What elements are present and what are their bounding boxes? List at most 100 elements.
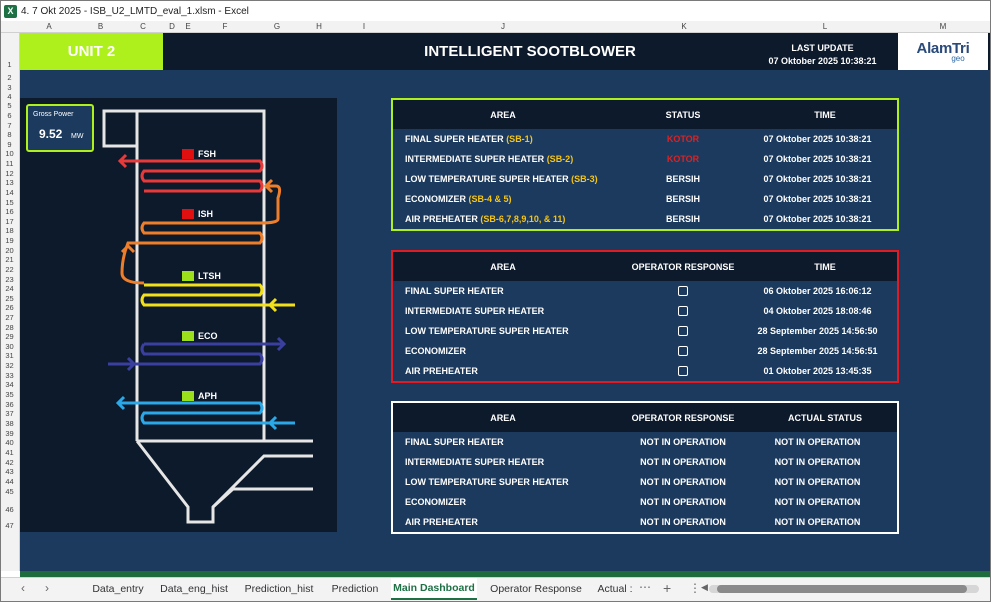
row-header[interactable]: 13 bbox=[1, 178, 18, 187]
column-header[interactable]: B bbox=[78, 22, 123, 31]
column-header-operator-response: OPERATOR RESPONSE bbox=[631, 261, 735, 272]
row-header[interactable]: 36 bbox=[1, 400, 18, 409]
column-header[interactable]: G bbox=[255, 22, 299, 31]
time-cell: 07 Oktober 2025 10:38:21 bbox=[763, 174, 872, 184]
row-header[interactable]: 8 bbox=[1, 130, 18, 139]
add-sheet-icon[interactable]: + bbox=[663, 580, 671, 596]
row-header[interactable]: 45 bbox=[1, 487, 18, 496]
row-header[interactable]: 17 bbox=[1, 217, 18, 226]
row-header[interactable]: 1 bbox=[1, 60, 18, 69]
row-header[interactable]: 32 bbox=[1, 361, 18, 370]
operator-response-checkbox[interactable] bbox=[678, 306, 688, 317]
row-header[interactable]: 44 bbox=[1, 477, 18, 486]
row-header[interactable]: 15 bbox=[1, 198, 18, 207]
sheet-tab[interactable]: Data_eng_hist bbox=[155, 578, 233, 600]
column-header[interactable]: L bbox=[751, 22, 899, 31]
row-header[interactable]: 28 bbox=[1, 323, 18, 332]
row-header[interactable]: 14 bbox=[1, 188, 18, 197]
table-row: ECONOMIZER NOT IN OPERATION NOT IN OPERATI… bbox=[393, 492, 897, 512]
row-header[interactable]: 27 bbox=[1, 313, 18, 322]
column-header[interactable]: M bbox=[899, 22, 987, 31]
row-header[interactable]: 3 bbox=[1, 83, 18, 92]
row-header[interactable]: 6 bbox=[1, 111, 18, 120]
row-header[interactable]: 38 bbox=[1, 419, 18, 428]
column-header[interactable]: K bbox=[617, 22, 751, 31]
row-header[interactable]: 30 bbox=[1, 342, 18, 351]
row-header[interactable]: 18 bbox=[1, 226, 18, 235]
row-header[interactable]: 20 bbox=[1, 246, 18, 255]
row-header[interactable]: 47 bbox=[1, 521, 18, 530]
table-row: AIR PREHEATER NOT IN OPERATION NOT IN OPER… bbox=[393, 512, 897, 532]
column-header[interactable]: F bbox=[195, 22, 255, 31]
scroll-left-icon[interactable]: ◀ bbox=[701, 582, 708, 593]
row-header[interactable]: 26 bbox=[1, 303, 18, 312]
more-sheets-icon[interactable]: ⋯ bbox=[639, 580, 651, 594]
column-header[interactable]: D bbox=[163, 22, 181, 31]
row-header[interactable]: 16 bbox=[1, 207, 18, 216]
column-header[interactable]: C bbox=[123, 22, 163, 31]
table-header-row: AREA OPERATOR RESPONSE TIME bbox=[393, 252, 897, 281]
row-header[interactable]: 46 bbox=[1, 505, 18, 514]
sheet-tab[interactable]: Prediction bbox=[325, 578, 385, 600]
sheet-tab[interactable]: Data_entry bbox=[85, 578, 151, 600]
column-header[interactable]: E bbox=[181, 22, 195, 31]
operator-response-checkbox[interactable] bbox=[678, 286, 688, 297]
column-header-status: STATUS bbox=[665, 109, 701, 120]
operator-response-checkbox[interactable] bbox=[678, 326, 688, 337]
fsh-outlet-arrow-icon bbox=[117, 153, 144, 169]
excel-app-icon: X bbox=[4, 4, 17, 18]
scrollbar-thumb[interactable] bbox=[717, 585, 967, 593]
row-header[interactable]: 29 bbox=[1, 332, 18, 341]
column-header[interactable]: H bbox=[299, 22, 339, 31]
row-header[interactable]: 21 bbox=[1, 255, 18, 264]
area-cell: AIR PREHEATER (SB-6,7,8,9,10, & 11) bbox=[393, 214, 628, 224]
eco-label-text: ECO bbox=[198, 331, 218, 341]
row-header[interactable]: 33 bbox=[1, 371, 18, 380]
sheet-tab-active[interactable]: Main Dashboard bbox=[391, 578, 477, 600]
row-header[interactable]: 2 bbox=[1, 73, 18, 82]
operator-response-checkbox[interactable] bbox=[678, 346, 688, 357]
ltsh-ish-connector bbox=[120, 241, 145, 285]
column-header[interactable]: I bbox=[339, 22, 389, 31]
column-header[interactable]: A bbox=[20, 22, 78, 31]
row-header[interactable]: 31 bbox=[1, 351, 18, 360]
row-header[interactable]: 23 bbox=[1, 275, 18, 284]
row-header[interactable]: 40 bbox=[1, 438, 18, 447]
row-header[interactable]: 42 bbox=[1, 458, 18, 467]
row-header[interactable]: 43 bbox=[1, 467, 18, 476]
area-cell: INTERMEDIATE SUPER HEATER (SB-2) bbox=[393, 154, 628, 164]
area-name: FINAL SUPER HEATER bbox=[405, 134, 507, 144]
row-header[interactable]: 5 bbox=[1, 101, 18, 110]
row-header[interactable]: 24 bbox=[1, 284, 18, 293]
operator-response-checkbox[interactable] bbox=[678, 366, 688, 377]
row-header[interactable]: 11 bbox=[1, 159, 18, 168]
row-header[interactable]: 4 bbox=[1, 92, 18, 101]
row-header[interactable]: 39 bbox=[1, 429, 18, 438]
row-header[interactable]: 12 bbox=[1, 169, 18, 178]
row-header[interactable]: 9 bbox=[1, 140, 18, 149]
sheet-tab[interactable]: Prediction_hist bbox=[237, 578, 321, 600]
chevron-left-icon[interactable]: ‹ bbox=[21, 581, 25, 595]
column-header[interactable]: J bbox=[389, 22, 617, 31]
row-header[interactable]: 7 bbox=[1, 121, 18, 130]
chevron-right-icon[interactable]: › bbox=[45, 581, 49, 595]
area-cell: INTERMEDIATE SUPER HEATER bbox=[405, 457, 545, 467]
sheet-tab[interactable]: Operator Response bbox=[487, 578, 585, 600]
dashboard-sheet: UNIT 2 INTELLIGENT SOOTBLOWER LAST UPDAT… bbox=[20, 33, 990, 571]
column-header-area: AREA bbox=[490, 412, 516, 423]
fsh-status-indicator bbox=[182, 149, 194, 159]
sheet-tab-bar: ‹ › Data_entry Data_eng_hist Prediction_… bbox=[1, 577, 990, 601]
row-header[interactable]: 41 bbox=[1, 448, 18, 457]
row-header[interactable]: 37 bbox=[1, 409, 18, 418]
horizontal-scrollbar[interactable] bbox=[709, 585, 979, 593]
row-header[interactable]: 35 bbox=[1, 390, 18, 399]
row-header[interactable]: 22 bbox=[1, 265, 18, 274]
options-icon[interactable]: ⋮ bbox=[689, 581, 701, 595]
row-header[interactable]: 34 bbox=[1, 380, 18, 389]
row-header[interactable]: 19 bbox=[1, 236, 18, 245]
sheet-tab[interactable]: Actual : bbox=[595, 578, 635, 600]
row-header[interactable]: 10 bbox=[1, 149, 18, 158]
logo-sub-text: geo bbox=[951, 54, 965, 63]
fsh-label-text: FSH bbox=[198, 149, 216, 159]
row-header[interactable]: 25 bbox=[1, 294, 18, 303]
